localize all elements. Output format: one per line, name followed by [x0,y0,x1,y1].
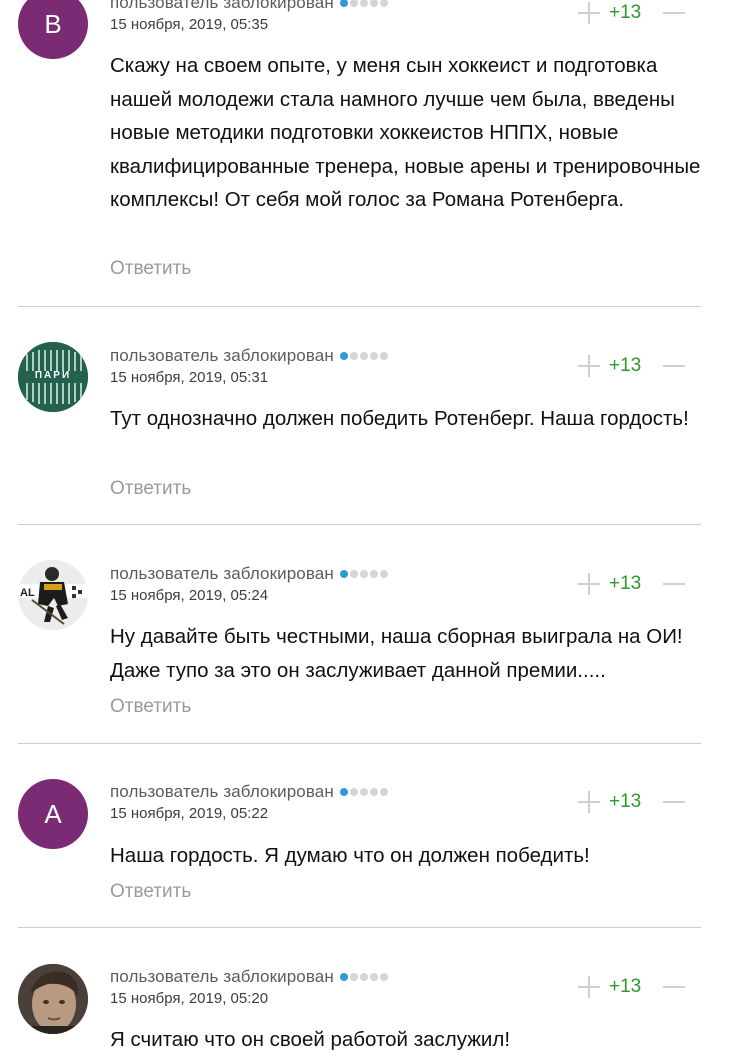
comment-author[interactable]: пользователь заблокирован [110,563,388,585]
user-rating [339,0,388,7]
plus-vote-icon[interactable] [578,791,600,813]
user-photo [18,964,88,1034]
user-rating [339,788,388,796]
user-rating [339,973,388,981]
comment-date: 15 ноября, 2019, 05:20 [110,990,269,1007]
comment-score: +13 [609,355,642,376]
comment-date: 15 ноября, 2019, 05:24 [110,587,269,604]
comment-author[interactable]: пользователь заблокирован [110,781,388,803]
minus-vote-icon[interactable] [663,2,685,24]
reply-button[interactable]: Ответить [110,478,191,500]
divider [18,524,701,525]
avatar[interactable]: B [18,0,88,59]
plus-vote-icon[interactable] [578,976,600,998]
avatar-letter: B [44,8,62,39]
minus-vote-icon[interactable] [663,573,685,595]
minus-vote-icon[interactable] [663,791,685,813]
comment-score: +13 [609,2,642,23]
avatar-logo-text: ПАРИ [34,370,72,381]
plus-vote-icon[interactable] [578,573,600,595]
hockey-player-photo: AL [18,560,88,630]
user-rating [339,570,388,578]
comment-text: Ну давайте быть честными, наша сборная в… [110,625,683,682]
author-name: пользователь заблокирован [110,0,334,12]
divider [18,306,701,307]
minus-vote-icon[interactable] [663,355,685,377]
svg-text:AL: AL [20,587,35,599]
minus-vote-icon[interactable] [663,976,685,998]
comment-date: 15 ноября, 2019, 05:31 [110,369,269,386]
vote-controls: +13 [578,571,688,597]
comment-author[interactable]: пользователь заблокирован [110,966,388,988]
vote-controls: +13 [578,353,688,379]
author-name: пользователь заблокирован [110,967,334,986]
comment-date: 15 ноября, 2019, 05:35 [110,16,269,33]
comment-text: Скажу на своем опыте, у меня сын хоккеис… [110,54,701,211]
comment-text: Я считаю что он своей работой заслужил! [110,1028,511,1051]
comment-score: +13 [609,976,642,997]
vote-controls: +13 [578,789,688,815]
vote-controls: +13 [578,974,688,1000]
author-name: пользователь заблокирован [110,782,334,801]
comment-text: Тут однозначно должен победить Ротенберг… [110,407,689,430]
comment-score: +13 [609,791,642,812]
comment-text: Наша гордость. Я думаю что он должен поб… [110,844,590,867]
comment-author[interactable]: пользователь заблокирован [110,0,388,14]
comment-author[interactable]: пользователь заблокирован [110,345,388,367]
avatar[interactable] [18,964,88,1034]
user-rating [339,352,388,360]
divider [18,927,701,928]
avatar-letter: A [44,798,62,829]
vote-controls: +13 [578,0,688,26]
author-name: пользователь заблокирован [110,346,334,365]
reply-button[interactable]: Ответить [110,258,191,280]
divider [18,743,701,744]
avatar[interactable]: A [18,779,88,849]
plus-vote-icon[interactable] [578,2,600,24]
avatar[interactable]: AL [18,560,88,630]
comment-score: +13 [609,573,642,594]
reply-button[interactable]: Ответить [110,696,191,718]
comment-date: 15 ноября, 2019, 05:22 [110,805,269,822]
author-name: пользователь заблокирован [110,564,334,583]
plus-vote-icon[interactable] [578,355,600,377]
reply-button[interactable]: Ответить [110,881,191,903]
avatar[interactable]: ПАРИ [18,342,88,412]
